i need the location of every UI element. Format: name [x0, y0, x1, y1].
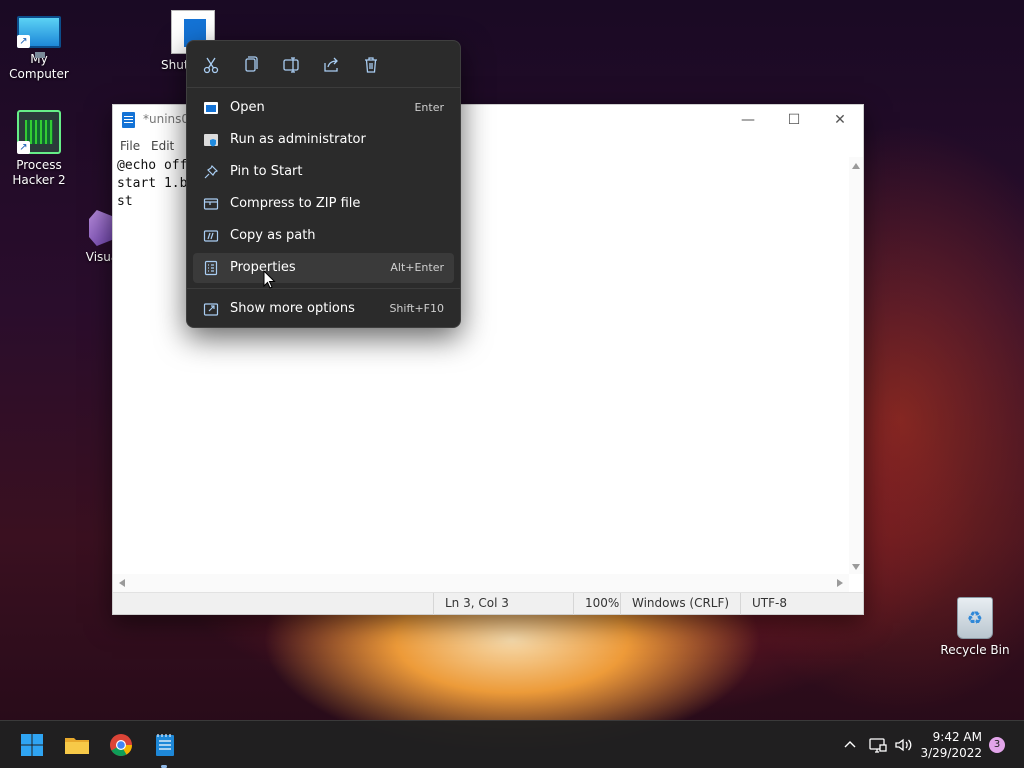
menu-item-label: Open: [230, 100, 265, 115]
encoding: UTF-8: [740, 593, 787, 615]
menu-item-run-as-administrator[interactable]: Run as administrator: [193, 125, 454, 155]
notepad-icon: [122, 112, 135, 128]
zoom-level: 100%: [573, 593, 619, 615]
close-button[interactable]: ✕: [817, 105, 863, 135]
properties-icon: [204, 260, 218, 276]
network-icon[interactable]: [868, 735, 888, 755]
menu-item-open[interactable]: Open Enter: [193, 93, 454, 123]
share-icon[interactable]: [319, 53, 343, 77]
desktop-icon-label: Process Hacker 2: [12, 158, 66, 187]
mouse-cursor-icon: [263, 270, 276, 289]
notepad-icon[interactable]: [149, 729, 181, 761]
menu-item-show-more-options[interactable]: Show more options Shift+F10: [193, 294, 454, 324]
shortcut-arrow-icon: ↗: [17, 35, 30, 48]
line-ending: Windows (CRLF): [620, 593, 729, 615]
vertical-scrollbar[interactable]: [849, 157, 863, 574]
menu-item-compress-zip[interactable]: Compress to ZIP file: [193, 189, 454, 219]
menu-edit[interactable]: Edit: [151, 139, 174, 153]
desktop-icon-recycle-bin[interactable]: ♻ Recycle Bin: [935, 597, 1015, 658]
cursor-position: Ln 3, Col 3: [433, 593, 509, 615]
scroll-down-icon[interactable]: [852, 564, 860, 570]
pin-icon: [204, 164, 219, 179]
menu-item-label: Copy as path: [230, 228, 316, 243]
menu-item-label: Run as administrator: [230, 132, 366, 147]
menu-item-shortcut: Alt+Enter: [390, 261, 444, 274]
delete-icon[interactable]: [359, 53, 383, 77]
menu-item-pin-to-start[interactable]: Pin to Start: [193, 157, 454, 187]
menu-item-shortcut: Shift+F10: [389, 302, 444, 315]
menu-item-label: Compress to ZIP file: [230, 196, 361, 211]
minimize-button[interactable]: —: [725, 105, 771, 135]
cut-icon[interactable]: [199, 53, 223, 77]
notification-badge[interactable]: 3: [989, 737, 1005, 753]
menu-item-label: Pin to Start: [230, 164, 303, 179]
desktop-icon-my-computer[interactable]: ↗ My Computer: [0, 10, 79, 82]
clock-time: 9:42 AM: [932, 730, 982, 744]
desktop-icon-process-hacker[interactable]: ↗ Process Hacker 2: [0, 110, 79, 188]
desktop-icon-label: Recycle Bin: [940, 643, 1010, 657]
file-explorer-icon[interactable]: [61, 729, 93, 761]
path-icon: [203, 230, 219, 242]
chevron-up-icon[interactable]: [840, 735, 860, 755]
volume-icon[interactable]: [893, 735, 913, 755]
more-options-icon: [203, 303, 219, 316]
copy-icon[interactable]: [239, 53, 263, 77]
menu-item-copy-as-path[interactable]: Copy as path: [193, 221, 454, 251]
scroll-left-icon[interactable]: [119, 579, 125, 587]
status-bar: Ln 3, Col 3 100% Windows (CRLF) UTF-8: [113, 592, 863, 615]
clock[interactable]: 9:42 AM 3/29/2022: [920, 729, 982, 761]
shortcut-arrow-icon: ↗: [17, 141, 30, 154]
menu-item-label: Show more options: [230, 301, 355, 316]
quick-actions-bar: [187, 41, 460, 88]
scroll-right-icon[interactable]: [837, 579, 843, 587]
rename-icon[interactable]: [279, 53, 303, 77]
process-hacker-icon: ↗: [17, 110, 61, 154]
menu-item-shortcut: Enter: [414, 101, 444, 114]
shield-icon: [204, 134, 218, 147]
open-icon: [204, 102, 218, 114]
zip-icon: [203, 198, 219, 210]
menu-divider: [187, 288, 460, 289]
taskbar: 9:42 AM 3/29/2022 3: [0, 720, 1024, 768]
horizontal-scrollbar[interactable]: [113, 574, 849, 592]
recycle-bin-icon: ♻: [957, 597, 993, 639]
chrome-icon[interactable]: [105, 729, 137, 761]
clock-date: 3/29/2022: [920, 746, 982, 760]
my-computer-icon: ↗: [17, 16, 61, 58]
context-menu: Open Enter Run as administrator Pin to S…: [186, 40, 461, 328]
scroll-up-icon[interactable]: [852, 163, 860, 169]
menu-file[interactable]: File: [120, 139, 140, 153]
maximize-button[interactable]: ☐: [771, 105, 817, 135]
start-icon[interactable]: [16, 729, 48, 761]
menu-item-properties[interactable]: Properties Alt+Enter: [193, 253, 454, 283]
